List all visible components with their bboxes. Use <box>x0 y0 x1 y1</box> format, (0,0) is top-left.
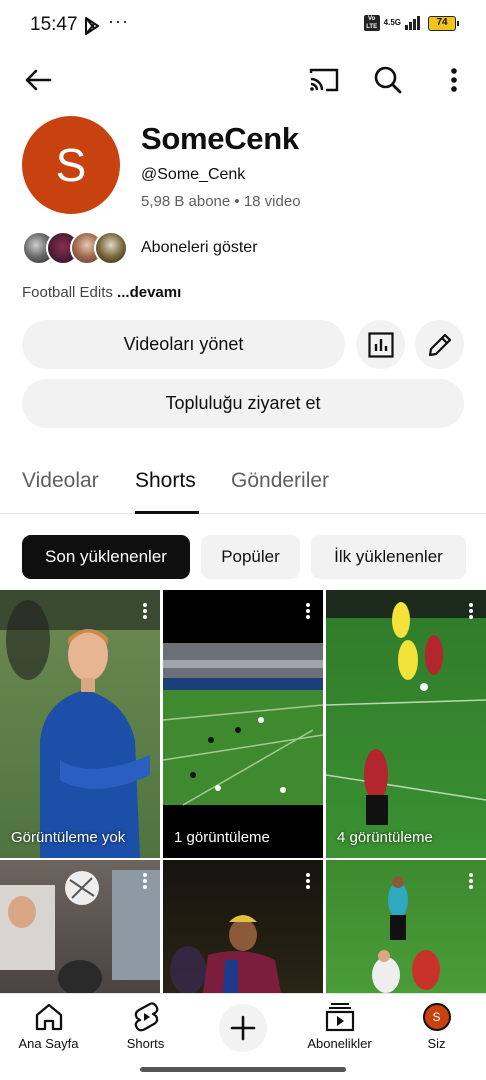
back-button[interactable] <box>18 60 58 100</box>
create-icon <box>230 1015 255 1041</box>
subscriber-avatars[interactable] <box>22 231 128 265</box>
chip-oldest[interactable]: İlk yüklenenler <box>311 535 466 579</box>
short-views: 1 görüntüleme <box>174 829 270 846</box>
home-icon <box>35 1003 62 1031</box>
more-vertical-icon <box>451 68 457 92</box>
more-vertical-icon[interactable] <box>305 602 311 620</box>
channel-avatar-letter: S <box>55 139 87 191</box>
nav-home[interactable]: Ana Sayfa <box>0 994 97 1064</box>
battery-icon: 74 <box>428 15 459 31</box>
home-indicator <box>140 1067 346 1072</box>
description-text: Football Edits <box>22 284 113 301</box>
show-subscribers-link[interactable]: Aboneleri göster <box>141 239 258 257</box>
more-vertical-icon[interactable] <box>305 872 311 890</box>
play-store-icon <box>84 17 100 40</box>
short-tile[interactable] <box>163 860 323 993</box>
cast-icon <box>309 68 339 92</box>
short-thumbnail <box>0 590 160 858</box>
short-thumbnail <box>372 876 440 993</box>
more-options-button[interactable] <box>434 60 474 100</box>
short-tile[interactable]: Görüntüleme yok <box>0 590 160 858</box>
volte-icon: Vo LTE <box>363 15 380 31</box>
channel-name: SomeCenk <box>141 121 299 156</box>
active-tab-indicator <box>135 511 199 514</box>
network-type: 4.5G <box>383 18 401 27</box>
arrow-left-icon <box>25 69 52 91</box>
analytics-button[interactable] <box>356 320 405 369</box>
channel-handle: @Some_Cenk <box>141 166 246 183</box>
tab-shorts[interactable]: Shorts <box>135 469 196 493</box>
nav-you[interactable]: S Siz <box>388 994 485 1064</box>
nav-create[interactable] <box>194 994 291 1064</box>
short-views: Görüntüleme yok <box>11 829 126 846</box>
nav-subscriptions-label: Abonelikler <box>307 1036 372 1051</box>
status-time: 15:47 <box>30 14 78 35</box>
short-thumbnail <box>163 643 323 806</box>
analytics-icon <box>367 331 394 358</box>
search-button[interactable] <box>368 60 408 100</box>
chip-latest[interactable]: Son yüklenenler <box>22 535 190 579</box>
short-thumbnail <box>326 590 486 825</box>
tab-posts[interactable]: Gönderiler <box>231 469 329 493</box>
shorts-icon <box>134 1002 158 1032</box>
short-tile[interactable] <box>326 860 486 993</box>
status-indicators: Vo LTE 4.5G 74 <box>363 15 459 31</box>
more-vertical-icon[interactable] <box>142 872 148 890</box>
channel-tabs: Videolar Shorts Gönderiler <box>0 455 486 514</box>
short-tile[interactable] <box>0 860 160 993</box>
short-tile[interactable]: 4 görüntüleme <box>326 590 486 858</box>
more-vertical-icon[interactable] <box>468 872 474 890</box>
more-vertical-icon[interactable] <box>468 602 474 620</box>
subscriber-avatar <box>94 231 128 265</box>
signal-icon <box>405 16 420 30</box>
edit-channel-button[interactable] <box>415 320 464 369</box>
profile-letter: S <box>432 1010 441 1024</box>
nav-home-label: Ana Sayfa <box>18 1036 79 1051</box>
search-icon <box>374 66 402 94</box>
more-vertical-icon[interactable] <box>142 602 148 620</box>
cast-button[interactable] <box>304 60 344 100</box>
nav-shorts-label: Shorts <box>126 1036 165 1051</box>
nav-subscriptions[interactable]: Abonelikler <box>291 994 388 1064</box>
channel-avatar[interactable]: S <box>22 116 120 214</box>
short-tile[interactable]: 1 görüntüleme <box>163 590 323 858</box>
nav-you-label: Siz <box>427 1036 446 1051</box>
description-more[interactable]: ...devamı <box>117 284 181 301</box>
tab-videos[interactable]: Videolar <box>22 469 99 493</box>
subscriptions-icon <box>325 1003 354 1032</box>
more-notifications-icon: ··· <box>108 11 129 31</box>
short-views: 4 görüntüleme <box>337 829 433 846</box>
channel-description[interactable]: Football Edits ...devamı <box>22 284 181 301</box>
manage-videos-button[interactable]: Videoları yönet <box>22 320 345 369</box>
nav-shorts[interactable]: Shorts <box>97 994 194 1064</box>
profile-icon: S <box>422 1003 451 1031</box>
short-thumbnail <box>0 870 160 993</box>
chip-popular[interactable]: Popüler <box>201 535 300 579</box>
short-thumbnail <box>170 915 281 993</box>
visit-community-button[interactable]: Topluluğu ziyaret et <box>22 379 464 428</box>
status-bar: 15:47 ··· Vo LTE 4.5G 74 <box>0 0 486 52</box>
channel-stats: 5,98 B abone • 18 video <box>141 193 301 210</box>
pencil-icon <box>428 333 451 356</box>
